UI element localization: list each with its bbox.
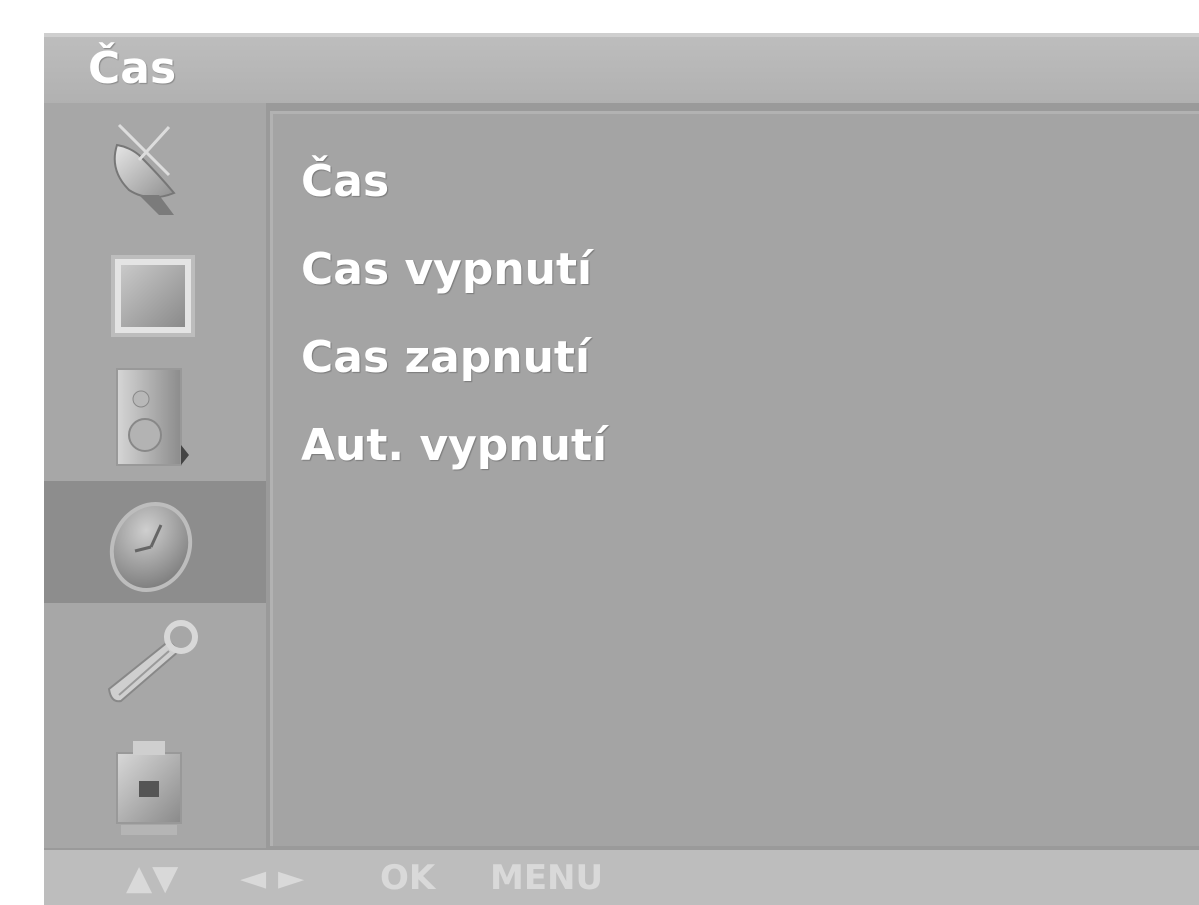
sidebar-item-picture[interactable] <box>44 229 266 351</box>
page-title: Čas <box>88 43 177 94</box>
nav-updown-hint: ▲▼ <box>126 858 179 898</box>
menu-hint: MENU <box>490 858 604 898</box>
menu-panel: Čas Cas vypnutí Cas zapnutí Aut. vypnutí <box>270 111 1199 846</box>
picture-icon <box>111 255 195 337</box>
sidebar-item-audio[interactable] <box>44 351 266 473</box>
sidebar <box>44 103 266 848</box>
lock-icon <box>116 741 182 835</box>
osd-screen: Čas Čas Cas vypnutí Cas zapnutí Aut. vyp… <box>44 33 1199 905</box>
nav-leftright-hint: ◄ ► <box>240 858 305 898</box>
menu-item-clock[interactable]: Čas <box>301 156 389 207</box>
title-bar: Čas <box>44 33 1199 103</box>
ok-hint: OK <box>380 858 436 898</box>
speaker-icon <box>116 368 189 466</box>
help-bar: ▲▼ ◄ ► OK MENU <box>44 850 1199 905</box>
clock-icon <box>109 502 193 592</box>
menu-item-off-time[interactable]: Cas vypnutí <box>301 244 592 295</box>
sidebar-item-station[interactable] <box>44 107 266 229</box>
satellite-dish-icon <box>113 123 176 215</box>
menu-item-on-time[interactable]: Cas zapnutí <box>301 332 590 383</box>
wrench-icon <box>107 620 198 703</box>
sidebar-item-special[interactable] <box>44 603 266 725</box>
sidebar-item-time[interactable] <box>44 481 266 603</box>
sidebar-item-lock[interactable] <box>44 725 266 847</box>
menu-item-auto-off[interactable]: Aut. vypnutí <box>301 420 607 471</box>
